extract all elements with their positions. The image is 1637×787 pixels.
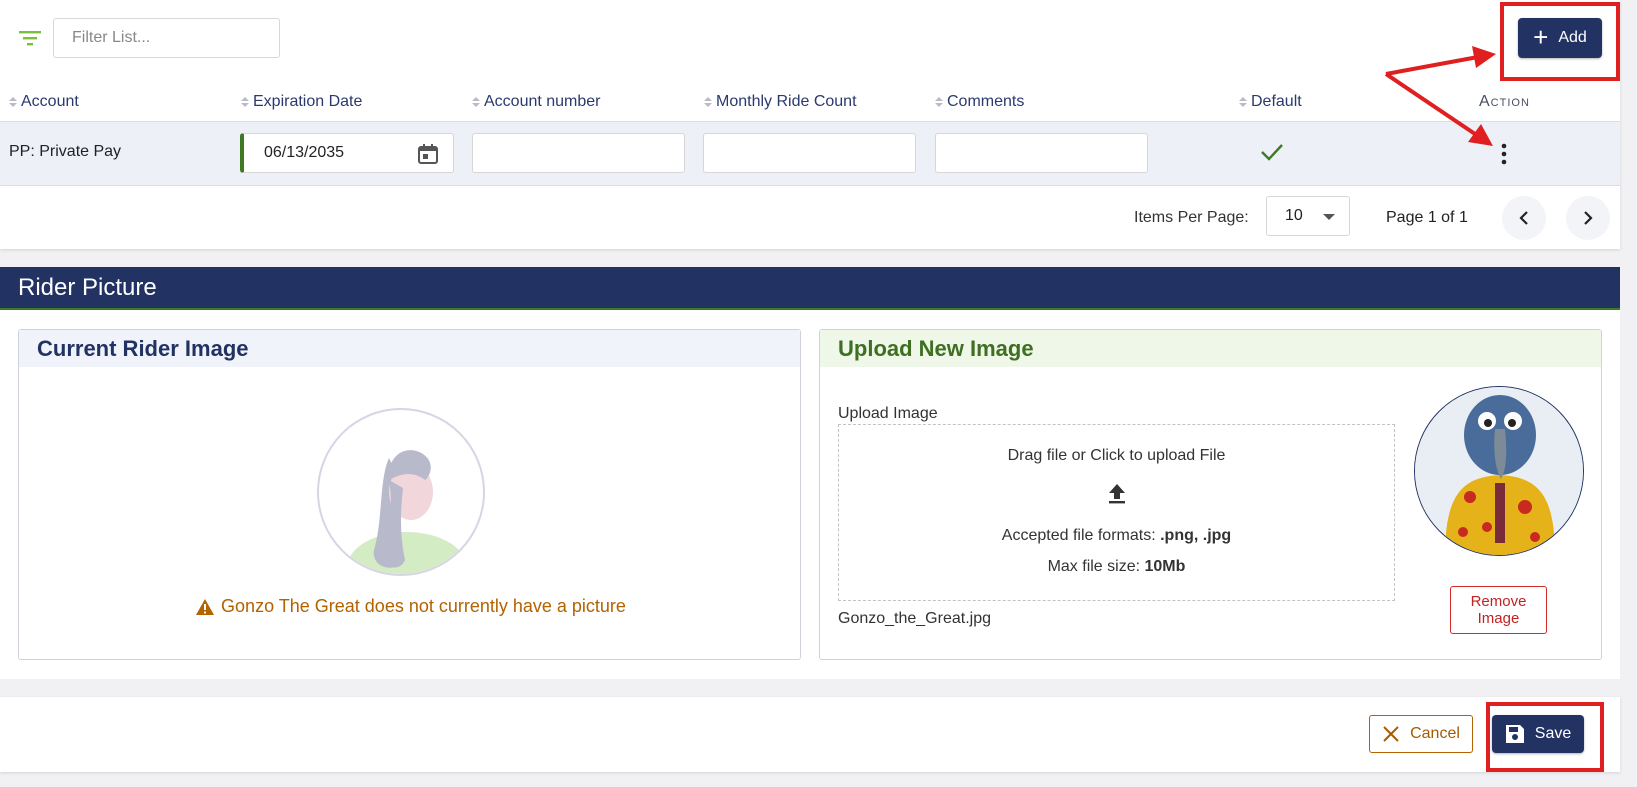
remove-image-button[interactable]: Remove Image (1450, 586, 1547, 634)
rider-picture-title: Rider Picture (18, 273, 157, 301)
sort-icon (9, 97, 17, 107)
column-header-label: Monthly Ride Count (716, 93, 857, 110)
account-cell: PP: Private Pay (9, 143, 122, 160)
no-picture-message: Gonzo The Great does not currently have … (221, 596, 626, 616)
items-per-page-label: Items Per Page: (1134, 209, 1249, 226)
column-header-comments[interactable]: Comments (935, 92, 1024, 112)
sort-icon (935, 97, 943, 107)
column-header-label: Action (1479, 93, 1530, 110)
column-header-label: Account (21, 93, 79, 110)
dropzone-instruction: Drag file or Click to upload File (1007, 447, 1226, 464)
expiration-date-field[interactable] (240, 133, 454, 173)
accepted-formats: Accepted file formats: .png, .jpg (839, 527, 1394, 545)
remove-image-label-line2: Image (1477, 610, 1520, 627)
filter-list-input[interactable] (53, 18, 280, 58)
form-footer: Cancel Save (0, 697, 1620, 772)
column-header-default[interactable]: Default (1239, 92, 1302, 112)
upload-icon (1109, 484, 1125, 504)
cancel-button-label: Cancel (1410, 725, 1460, 742)
accepted-formats-label: Accepted file formats: (1001, 527, 1156, 544)
close-icon (1383, 726, 1399, 742)
next-page-button[interactable] (1566, 196, 1610, 240)
chevron-left-icon (1519, 211, 1528, 225)
filter-icon[interactable] (19, 30, 41, 46)
accepted-formats-value: .png, .jpg (1160, 527, 1232, 544)
placeholder-avatar-icon (317, 408, 485, 576)
current-rider-image-panel: Current Rider Image Gonzo The Great does… (18, 329, 801, 660)
chevron-right-icon (1584, 211, 1593, 225)
rider-picture-body: Current Rider Image Gonzo The Great does… (0, 310, 1620, 679)
column-header-label: Comments (947, 93, 1025, 110)
monthly-ride-count-input[interactable] (703, 133, 916, 173)
current-rider-image-title: Current Rider Image (19, 330, 800, 367)
expiration-date-input[interactable] (264, 134, 414, 172)
cancel-button[interactable]: Cancel (1369, 715, 1473, 753)
column-header-label: Account number (484, 93, 601, 110)
column-header-action: Action (1479, 92, 1530, 112)
column-header-expiration-date[interactable]: Expiration Date (241, 92, 362, 112)
items-per-page-value: 10 (1285, 207, 1303, 224)
max-file-size: Max file size: 10Mb (839, 558, 1394, 576)
column-header-account[interactable]: Account (9, 92, 79, 112)
upload-image-label: Upload Image (838, 405, 938, 422)
previous-page-button[interactable] (1502, 196, 1546, 240)
selected-file-name: Gonzo_the_Great.jpg (838, 610, 991, 627)
account-number-input[interactable] (472, 133, 685, 173)
page-info: Page 1 of 1 (1386, 209, 1468, 226)
max-file-size-value: 10Mb (1144, 558, 1186, 575)
uploaded-image-preview (1414, 386, 1584, 556)
more-actions-icon[interactable] (1496, 142, 1512, 166)
add-highlight-box (1500, 2, 1620, 81)
table-row: PP: Private Pay (0, 121, 1620, 186)
warning-icon (196, 598, 215, 615)
comments-input[interactable] (935, 133, 1148, 173)
column-header-account-number[interactable]: Account number (472, 92, 601, 112)
accounts-card: + Add Account Expiration Date Account nu… (0, 0, 1620, 249)
calendar-icon[interactable] (417, 143, 439, 165)
max-file-size-label: Max file size: (1047, 558, 1141, 575)
file-dropzone[interactable]: Drag file or Click to upload File Accept… (838, 424, 1395, 601)
caret-down-icon (1323, 214, 1335, 220)
column-header-label: Default (1251, 93, 1302, 110)
sort-icon (472, 97, 480, 107)
items-per-page-select[interactable]: 10 (1266, 196, 1350, 236)
upload-new-image-title: Upload New Image (820, 330, 1601, 367)
remove-image-label-line1: Remove (1470, 593, 1527, 610)
check-icon (1261, 144, 1283, 161)
no-picture-warning: Gonzo The Great does not currently have … (19, 596, 802, 617)
sort-icon (241, 97, 249, 107)
upload-new-image-panel: Upload New Image Upload Image Drag file … (819, 329, 1602, 660)
sort-icon (1239, 97, 1247, 107)
sort-icon (704, 97, 712, 107)
rider-picture-header: Rider Picture (0, 267, 1620, 310)
column-header-monthly-ride-count[interactable]: Monthly Ride Count (704, 92, 857, 112)
save-highlight-box (1486, 702, 1604, 772)
column-header-label: Expiration Date (253, 93, 363, 110)
